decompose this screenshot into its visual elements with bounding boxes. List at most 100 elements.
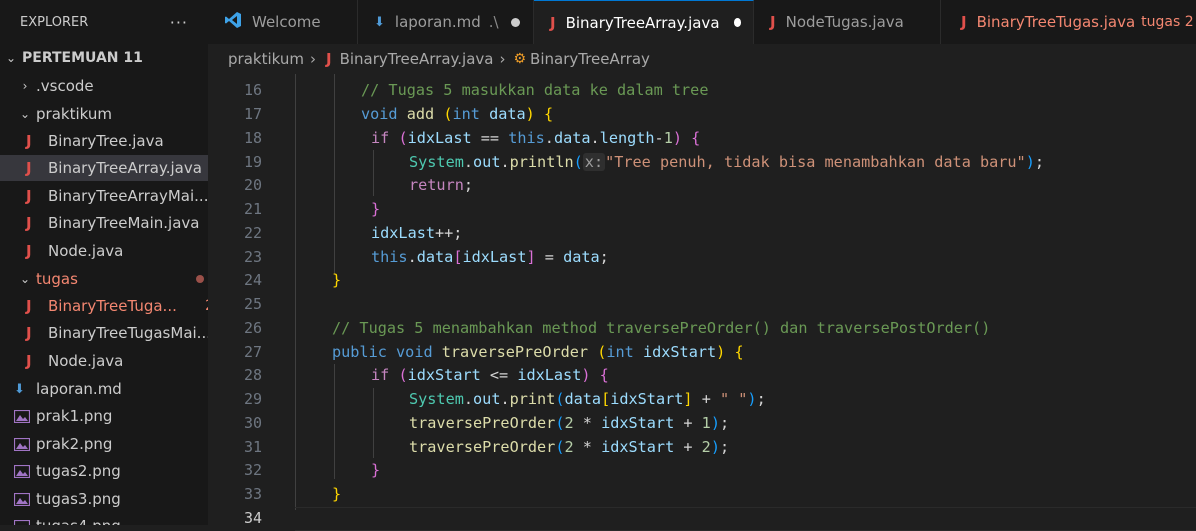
- markdown-file-icon: ⬇: [14, 381, 25, 397]
- code-line: }: [371, 200, 381, 218]
- file-label: Node.java: [48, 352, 124, 370]
- code-line: System.out.println(x: "Tree penuh, tidak …: [409, 153, 1045, 171]
- tab-label: BinaryTreeArray.java: [565, 13, 720, 32]
- java-file-icon: J: [550, 13, 556, 32]
- file-laporan[interactable]: ⬇ laporan.md: [0, 376, 208, 402]
- image-file-icon: [14, 464, 30, 478]
- code-line: }: [332, 271, 342, 289]
- file-label: prak1.png: [36, 407, 113, 425]
- file-tugas4[interactable]: tugas4.png: [0, 513, 208, 525]
- line-number: 33: [243, 485, 262, 503]
- line-number: 34: [243, 509, 262, 527]
- tab-label: BinaryTreeTugas.java: [976, 13, 1136, 31]
- chevron-right-icon: ›: [309, 50, 316, 68]
- line-number: 20: [243, 176, 262, 194]
- class-symbol-icon: ⚙: [513, 51, 527, 67]
- file-label: BinaryTreeArrayMai...: [48, 187, 209, 205]
- file-label: BinaryTree.java: [48, 132, 164, 150]
- file-label: tugas4.png: [36, 517, 121, 525]
- code-string: "Tree penuh, tidak bisa menambahkan data…: [605, 153, 1026, 171]
- line-number: 22: [243, 224, 262, 242]
- folder-praktikum[interactable]: ⌄ praktikum: [0, 101, 208, 127]
- line-number: 25: [243, 295, 262, 313]
- file-label: laporan.md: [36, 380, 122, 398]
- line-number: 29: [243, 390, 262, 408]
- tab-binarytreetugas[interactable]: J BinaryTreeTugas.java tugas 2: [941, 0, 1196, 44]
- file-node-tugas[interactable]: J Node.java: [0, 348, 208, 374]
- code-line: return;: [409, 176, 474, 194]
- image-file-icon: [14, 492, 30, 506]
- tab-label: Welcome: [252, 13, 321, 31]
- code-line: if (idxStart <= idxLast) {: [371, 366, 609, 384]
- tab-laporan[interactable]: ⬇ laporan.md .\: [358, 0, 534, 44]
- breadcrumb: praktikum › J BinaryTreeArray.java › ⚙ B…: [208, 44, 1196, 74]
- file-label: BinaryTreeTuga...: [48, 297, 177, 315]
- code-line: // Tugas 5 menambahkan method traversePr…: [293, 319, 990, 337]
- tab-path-hint: .\: [488, 13, 499, 31]
- explorer-header: EXPLORER ···: [0, 0, 208, 44]
- file-prak1[interactable]: prak1.png: [0, 403, 208, 429]
- java-file-icon: J: [26, 187, 32, 205]
- tab-binarytreearray[interactable]: J BinaryTreeArray.java: [534, 0, 754, 44]
- code-line: public void traversePreOrder (int idxSta…: [332, 343, 744, 361]
- tab-welcome[interactable]: Welcome: [208, 0, 358, 44]
- folder-tugas[interactable]: ⌄ tugas: [0, 266, 208, 292]
- breadcrumb-folder[interactable]: praktikum: [228, 50, 304, 68]
- java-file-icon: J: [26, 352, 32, 370]
- file-tugas3[interactable]: tugas3.png: [0, 486, 208, 512]
- breadcrumb-file[interactable]: BinaryTreeArray.java: [340, 50, 494, 68]
- file-binarytreetugasmain[interactable]: J BinaryTreeTugasMai...: [0, 320, 208, 346]
- file-binarytreearraymain[interactable]: J BinaryTreeArrayMai...: [0, 183, 209, 209]
- code-editor[interactable]: 16 17 18 19 20 21 22 23 24 25 26 27 28 2…: [208, 74, 1196, 531]
- tab-label: laporan.md: [394, 13, 481, 31]
- line-number: 19: [243, 153, 262, 171]
- file-tugas2[interactable]: tugas2.png: [0, 458, 208, 484]
- workspace-label: PERTEMUAN 11: [22, 50, 143, 66]
- line-number: 31: [243, 438, 262, 456]
- vscode-icon: [224, 11, 242, 33]
- markdown-file-icon: ⬇: [374, 14, 385, 30]
- folder-label: .vscode: [36, 77, 94, 95]
- chevron-down-icon: ⌄: [19, 107, 31, 121]
- file-binarytreemain[interactable]: J BinaryTreeMain.java: [0, 210, 208, 236]
- unsaved-dot-icon[interactable]: [733, 18, 741, 27]
- tab-nodetugas[interactable]: J NodeTugas.java: [754, 0, 941, 44]
- java-file-icon: J: [770, 13, 776, 31]
- java-file-icon: J: [325, 50, 332, 68]
- folder-vscode[interactable]: › .vscode: [0, 73, 208, 99]
- line-number: 30: [243, 414, 262, 432]
- java-file-icon: J: [26, 324, 32, 342]
- code-line: traversePreOrder(2 * idxStart + 1);: [409, 414, 730, 432]
- workspace-folder[interactable]: ⌄ PERTEMUAN 11: [0, 45, 208, 71]
- breadcrumb-symbol[interactable]: BinaryTreeArray: [530, 50, 650, 68]
- file-prak2[interactable]: prak2.png: [0, 431, 208, 457]
- image-file-icon: [14, 409, 30, 423]
- line-number: 26: [243, 319, 262, 337]
- modified-dot-icon: [196, 275, 204, 283]
- line-number: 17: [243, 105, 262, 123]
- line-number: 28: [243, 366, 262, 384]
- current-line-highlight: [295, 507, 1196, 531]
- explorer-title: EXPLORER: [20, 14, 89, 30]
- file-binarytreearray[interactable]: J BinaryTreeArray.java: [0, 155, 208, 181]
- code-comment: // Tugas 5 masukkan data ke dalam tree: [361, 81, 709, 99]
- code-line: if (idxLast == this.data.length-1) {: [371, 129, 701, 147]
- code-line: // Tugas 5 masukkan data ke dalam tree: [293, 81, 708, 99]
- chevron-right-icon: ›: [22, 79, 28, 93]
- code-line: idxLast++;: [371, 224, 463, 242]
- more-actions-icon[interactable]: ···: [170, 13, 188, 32]
- line-number: 21: [243, 200, 262, 218]
- file-binarytreetugas[interactable]: J BinaryTreeTuga... 2: [0, 293, 208, 319]
- code-line: }: [371, 461, 381, 479]
- image-file-icon: [14, 519, 30, 525]
- line-number: 24: [243, 271, 262, 289]
- file-binarytree[interactable]: J BinaryTree.java: [0, 128, 208, 154]
- folder-label: tugas: [36, 270, 78, 288]
- image-file-icon: [14, 437, 30, 451]
- file-label: BinaryTreeArray.java: [48, 159, 202, 177]
- parameter-hint: x:: [582, 153, 606, 171]
- code-line: void add (int data) {: [361, 105, 554, 123]
- folder-label: praktikum: [36, 105, 112, 123]
- unsaved-dot-icon[interactable]: [510, 17, 520, 27]
- file-node[interactable]: J Node.java: [0, 238, 208, 264]
